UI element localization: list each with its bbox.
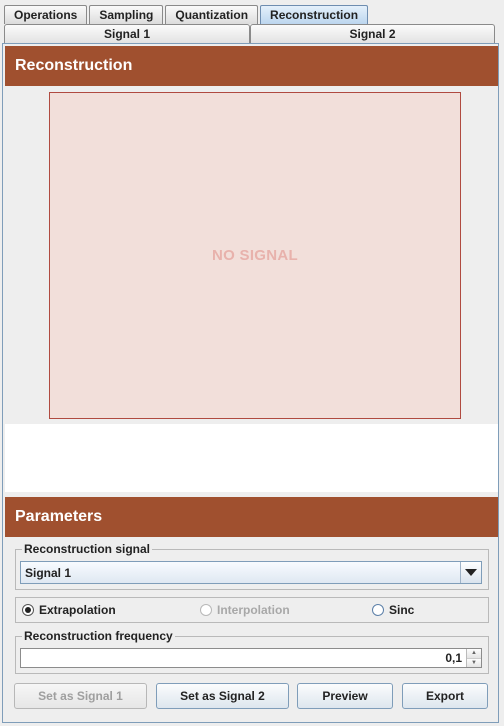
tab-operations[interactable]: Operations bbox=[4, 5, 88, 24]
reconstruction-signal-select[interactable]: Signal 1 bbox=[20, 561, 482, 584]
radio-checked-icon bbox=[22, 604, 34, 616]
parameters-header: Parameters bbox=[5, 497, 498, 537]
reconstruction-frequency-value[interactable]: 0,1 bbox=[21, 651, 466, 665]
tab-signal-2[interactable]: Signal 2 bbox=[250, 24, 495, 43]
set-as-signal-2-button[interactable]: Set as Signal 2 bbox=[156, 683, 289, 709]
reconstruction-chart: NO SIGNAL bbox=[49, 92, 461, 419]
tab-signal-1[interactable]: Signal 1 bbox=[4, 24, 250, 43]
main-tab-strip: Operations Sampling Quantization Reconst… bbox=[4, 4, 370, 24]
tab-content-panel: Reconstruction NO SIGNAL Parameters Reco… bbox=[2, 43, 499, 723]
reconstruction-title: Reconstruction bbox=[15, 57, 133, 74]
tab-reconstruction[interactable]: Reconstruction bbox=[260, 5, 369, 24]
radio-sinc[interactable]: Sinc bbox=[372, 603, 414, 617]
radio-interpolation[interactable]: Interpolation bbox=[200, 603, 290, 617]
set-as-signal-1-button[interactable]: Set as Signal 1 bbox=[14, 683, 147, 709]
radio-unchecked-icon bbox=[372, 604, 384, 616]
spinner-down-icon[interactable]: ▼ bbox=[467, 658, 481, 667]
parameters-title: Parameters bbox=[15, 508, 103, 525]
radio-sinc-label: Sinc bbox=[389, 603, 415, 617]
radio-unchecked-icon bbox=[200, 604, 212, 616]
reconstruction-frequency-label: Reconstruction frequency bbox=[22, 629, 175, 643]
reconstruction-header: Reconstruction bbox=[5, 46, 498, 86]
tab-sampling[interactable]: Sampling bbox=[89, 5, 164, 24]
chart-footer-area bbox=[5, 424, 498, 492]
reconstruction-signal-value: Signal 1 bbox=[25, 565, 72, 580]
export-button[interactable]: Export bbox=[402, 683, 488, 709]
reconstruction-frequency-group: Reconstruction frequency 0,1 ▲ ▼ bbox=[15, 629, 489, 674]
radio-extrapolation-label: Extrapolation bbox=[39, 603, 116, 617]
tab-quantization[interactable]: Quantization bbox=[165, 5, 259, 24]
spinner-up-icon[interactable]: ▲ bbox=[467, 649, 481, 659]
reconstruction-signal-label: Reconstruction signal bbox=[22, 542, 153, 556]
spinner-buttons: ▲ ▼ bbox=[466, 649, 481, 667]
dropdown-arrow-icon[interactable] bbox=[460, 562, 481, 583]
reconstruction-signal-group: Reconstruction signal Signal 1 bbox=[15, 542, 489, 590]
no-signal-placeholder: NO SIGNAL bbox=[211, 247, 299, 264]
method-radio-group: Extrapolation Interpolation Sinc bbox=[15, 597, 489, 623]
preview-button[interactable]: Preview bbox=[297, 683, 393, 709]
signal-tab-strip: Signal 1 Signal 2 bbox=[4, 24, 495, 43]
radio-extrapolation[interactable]: Extrapolation bbox=[22, 603, 116, 617]
radio-interpolation-label: Interpolation bbox=[217, 603, 290, 617]
reconstruction-frequency-spinner[interactable]: 0,1 ▲ ▼ bbox=[20, 648, 482, 668]
